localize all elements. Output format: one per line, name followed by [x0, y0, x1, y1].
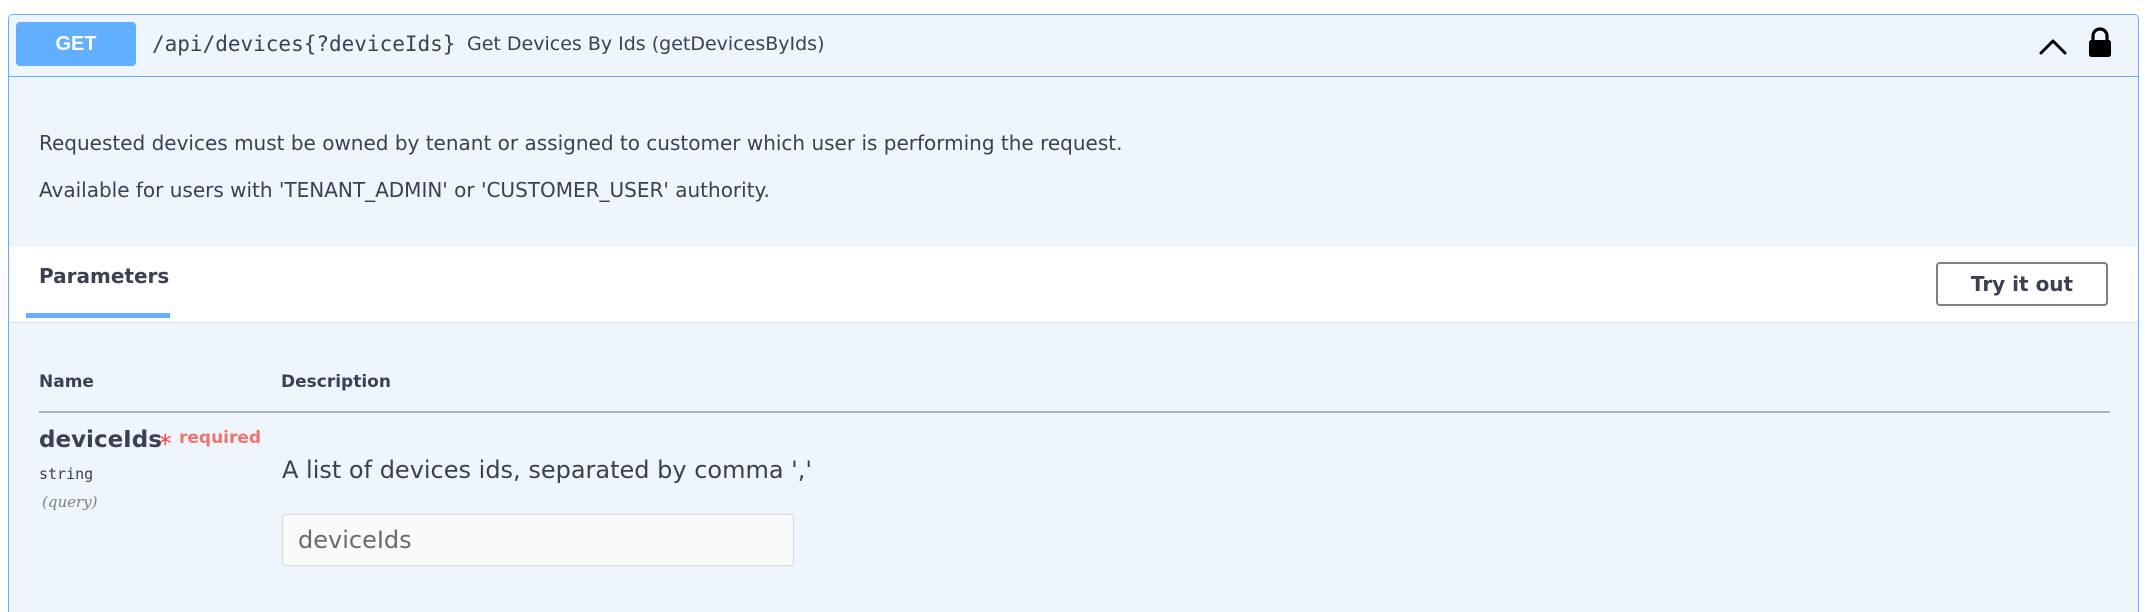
chevron-up-icon[interactable] [2037, 32, 2069, 60]
parameter-location: (query) [42, 493, 98, 511]
column-header-name: Name [39, 372, 94, 392]
tab-active-indicator [26, 313, 170, 318]
operation-block: GET /api/devices{?deviceIds} Get Devices… [8, 14, 2139, 612]
device-ids-input[interactable] [282, 514, 794, 566]
column-header-description: Description [281, 372, 391, 392]
tab-parameters[interactable]: Parameters [39, 264, 169, 288]
endpoint-path: /api/devices{?deviceIds} [152, 32, 456, 56]
http-method-badge: GET [16, 22, 136, 66]
required-star: * [159, 429, 172, 458]
operation-description: Get Devices By Ids (getDevicesByIds) [467, 33, 825, 55]
try-it-out-button[interactable]: Try it out [1936, 262, 2108, 306]
table-divider [39, 411, 2110, 413]
required-label: required [179, 428, 262, 448]
notes-line-authority: Available for users with 'TENANT_ADMIN' … [39, 178, 770, 202]
parameter-name: deviceIds [39, 427, 162, 453]
parameters-header: Parameters Try it out [9, 247, 2138, 323]
parameter-type: string [39, 465, 94, 483]
parameter-description: A list of devices ids, separated by comm… [282, 456, 813, 484]
lock-icon[interactable] [2086, 27, 2114, 59]
operation-summary[interactable]: GET /api/devices{?deviceIds} Get Devices… [9, 15, 2138, 77]
notes-line-ownership: Requested devices must be owned by tenan… [39, 131, 1123, 155]
operation-notes: Requested devices must be owned by tenan… [39, 120, 1122, 214]
